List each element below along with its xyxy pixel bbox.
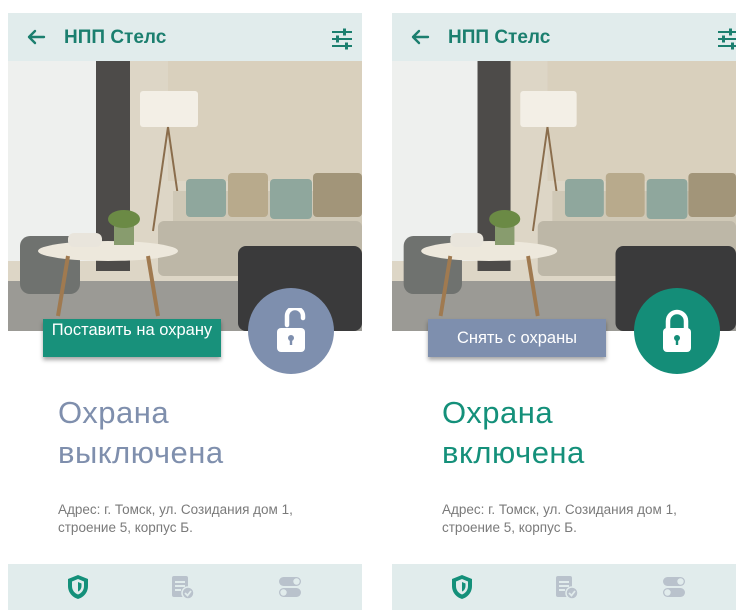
lock-toggle-button[interactable] xyxy=(634,288,720,374)
app-bar: НПП Стелс xyxy=(392,13,736,61)
bottom-nav xyxy=(392,564,736,610)
status-line-1: Охрана xyxy=(442,395,554,430)
address-line-2: строение 5, корпус Б. xyxy=(442,520,577,535)
app-title: НПП Стелс xyxy=(448,27,551,48)
address-line-1: Адрес: г. Томск, ул. Созидания дом 1, xyxy=(58,502,293,517)
shield-icon[interactable] xyxy=(64,573,92,601)
address-line-2: строение 5, корпус Б. xyxy=(58,520,193,535)
app-title: НПП Стелс xyxy=(64,27,167,48)
unlocked-padlock-icon xyxy=(277,308,306,352)
checklist-icon[interactable] xyxy=(168,573,196,601)
status-line-1: Охрана xyxy=(58,395,170,430)
screen-disarmed: НПП Стелс Поставить на охрану Охрана вык… xyxy=(8,13,362,610)
status-line-2: выключена xyxy=(58,435,224,470)
bottom-nav xyxy=(8,564,362,610)
shield-icon[interactable] xyxy=(448,573,476,601)
status-line-2: включена xyxy=(442,435,585,470)
back-arrow-icon[interactable] xyxy=(406,23,434,51)
address-line-1: Адрес: г. Томск, ул. Созидания дом 1, xyxy=(442,502,677,517)
toggles-icon[interactable] xyxy=(660,573,688,601)
address: Адрес: г. Томск, ул. Созидания дом 1, ст… xyxy=(442,501,736,537)
disarm-button[interactable]: Снять с охраны xyxy=(428,319,606,357)
address: Адрес: г. Томск, ул. Созидания дом 1, ст… xyxy=(58,501,358,537)
checklist-icon[interactable] xyxy=(552,573,580,601)
living-room-photo xyxy=(8,61,362,331)
toggles-icon[interactable] xyxy=(276,573,304,601)
filter-sliders-icon[interactable] xyxy=(330,27,354,51)
filter-sliders-icon[interactable] xyxy=(716,27,736,51)
arm-button[interactable]: Поставить на охрану xyxy=(43,319,221,357)
lock-toggle-button[interactable] xyxy=(248,288,334,374)
security-status: Охрана выключена xyxy=(58,393,224,473)
security-status: Охрана включена xyxy=(442,393,585,473)
back-arrow-icon[interactable] xyxy=(22,23,50,51)
screen-armed: НПП Стелс Снять с охраны Охрана включена… xyxy=(392,13,736,610)
app-bar: НПП Стелс xyxy=(8,13,362,61)
locked-padlock-icon xyxy=(663,309,691,352)
